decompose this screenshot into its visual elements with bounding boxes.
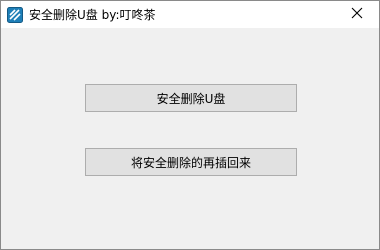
reinsert-usb-label: 将安全删除的再插回来 — [130, 155, 251, 170]
reinsert-usb-button[interactable]: 将安全删除的再插回来 — [85, 148, 297, 176]
usb-drive-icon — [7, 7, 23, 23]
title-bar[interactable]: 安全删除U盘 by:叮咚茶 — [1, 1, 379, 28]
close-button[interactable] — [335, 1, 379, 28]
safe-remove-usb-button[interactable]: 安全删除U盘 — [85, 84, 297, 112]
close-icon — [351, 7, 363, 22]
app-window: 安全删除U盘 by:叮咚茶 安全删除U盘 将安全删除的再插回来 — [0, 0, 380, 250]
client-area: 安全删除U盘 将安全删除的再插回来 — [1, 28, 379, 249]
window-title: 安全删除U盘 by:叮咚茶 — [29, 8, 156, 22]
safe-remove-usb-label: 安全删除U盘 — [156, 91, 226, 106]
